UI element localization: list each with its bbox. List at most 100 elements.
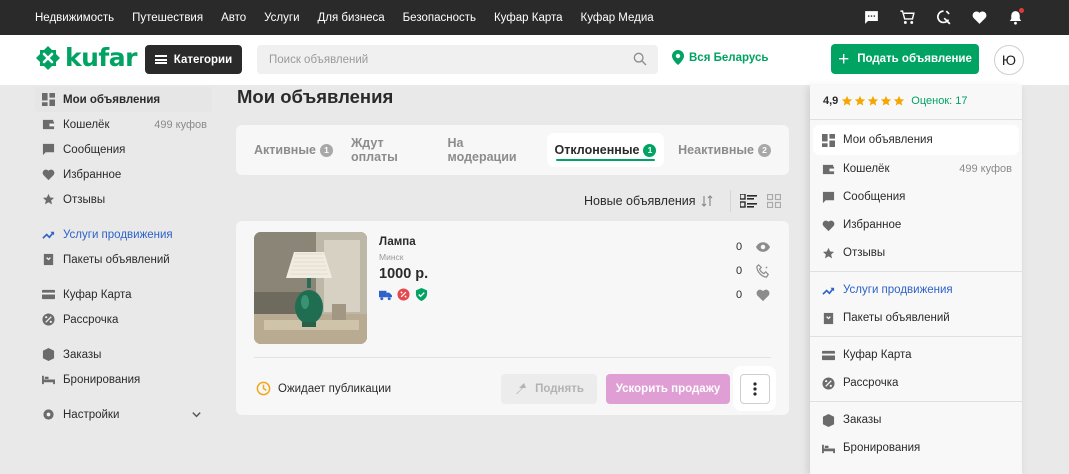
menu-item-my-ads[interactable]: Мои объявления [813, 125, 1019, 155]
card-icon [42, 289, 55, 300]
kufar-logo[interactable]: kufar [35, 45, 138, 71]
sidebar-item-label: Кошелёк [63, 118, 110, 131]
tab-active[interactable]: Активные 1 [254, 143, 333, 157]
bed-icon [822, 444, 835, 453]
chevron-down-icon[interactable] [191, 409, 202, 420]
reviews-count[interactable]: Оценок: 17 [911, 95, 967, 107]
top-nav: Недвижимость Путешествия Авто Услуги Для… [35, 12, 672, 24]
sidebar-item-installment[interactable]: Рассрочка [35, 307, 212, 332]
message-icon [822, 191, 835, 203]
heart-icon [756, 289, 770, 302]
menu-item-label: Отзывы [843, 247, 886, 259]
tab-moderation[interactable]: На модерации [448, 136, 532, 164]
post-ad-button[interactable]: + Подать объявление [831, 44, 979, 74]
sidebar-item-favorites[interactable]: Избранное [35, 162, 212, 187]
bell-icon[interactable] [1006, 7, 1024, 27]
search-icon[interactable] [632, 51, 648, 67]
menu-item-bookings[interactable]: Бронирования [810, 434, 1022, 462]
sidebar-item-promotion[interactable]: Услуги продвижения [35, 222, 212, 247]
sidebar-item-reviews[interactable]: Отзывы [35, 187, 212, 212]
heart-icon[interactable] [970, 9, 988, 27]
grid-view-icon[interactable] [767, 194, 781, 208]
cart-icon[interactable] [898, 9, 916, 27]
menu-item-messages[interactable]: Сообщения [810, 183, 1022, 211]
more-options-button[interactable] [739, 373, 770, 404]
menu-item-label: Рассрочка [843, 377, 899, 389]
ad-card[interactable]: Лампа Минск 1000 р. 0 0 0 Ожидает публик… [236, 221, 789, 415]
sidebar-item-bookings[interactable]: Бронирования [35, 367, 212, 392]
menu-item-label: Мои объявления [843, 134, 933, 146]
tab-rejected[interactable]: Отклоненные 1 [547, 133, 664, 167]
sidebar-item-wallet[interactable]: Кошелёк 499 куфов [35, 112, 212, 137]
sidebar-item-label: Заказы [63, 348, 102, 361]
ad-photo[interactable] [254, 232, 367, 344]
topnav-kufar-card[interactable]: Куфар Карта [494, 12, 563, 24]
sidebar-item-label: Мои объявления [63, 93, 161, 106]
menu-item-packages[interactable]: Пакеты объявлений [810, 304, 1022, 332]
installment-icon [42, 313, 55, 326]
message-icon [42, 143, 55, 156]
menu-item-promotion[interactable]: Услуги продвижения [810, 276, 1022, 304]
sort-selector[interactable]: Новые объявления [584, 194, 713, 208]
sidebar-item-label: Сообщения [63, 143, 126, 156]
topnav-security[interactable]: Безопасность [403, 12, 476, 24]
ad-title[interactable]: Лампа [379, 236, 416, 248]
boost-sale-button[interactable]: Ускорить продажу [606, 374, 730, 404]
delivery-icon [379, 290, 392, 301]
location-selector[interactable]: Вся Беларусь [672, 50, 768, 65]
sidebar-item-messages[interactable]: Сообщения [35, 137, 212, 162]
more-options-highlight [733, 366, 776, 411]
sidebar-item-orders[interactable]: Заказы [35, 342, 212, 367]
topnav-travel[interactable]: Путешествия [132, 12, 203, 24]
menu-item-reviews[interactable]: Отзывы [810, 239, 1022, 267]
header: kufar Категории Вся Беларусь + Подать об… [0, 35, 1069, 85]
divider [810, 401, 1022, 402]
menu-item-installment[interactable]: Рассрочка [810, 369, 1022, 397]
views-count: 0 [736, 241, 743, 253]
rating-stars [841, 95, 906, 107]
dashboard-icon [822, 133, 835, 147]
compare-icon[interactable] [934, 9, 952, 27]
topnav-kufar-media[interactable]: Куфар Медиа [581, 12, 654, 24]
tab-awaiting-payment[interactable]: Ждут оплаты [351, 136, 430, 164]
list-view-icon[interactable] [740, 194, 757, 208]
menu-item-label: Пакеты объявлений [843, 312, 950, 324]
kufar-logo-mark-icon [36, 46, 60, 70]
tab-inactive[interactable]: Неактивные 2 [678, 143, 771, 157]
notification-dot [1019, 7, 1024, 13]
sidebar-item-settings[interactable]: Настройки [35, 402, 212, 427]
menu-item-kufar-card[interactable]: Куфар Карта [810, 341, 1022, 369]
tab-count-badge: 1 [643, 143, 657, 157]
menu-item-label: Бронирования [843, 442, 921, 454]
heart-icon [822, 220, 835, 231]
raise-button[interactable]: Поднять [501, 374, 597, 404]
star-icon [42, 193, 55, 205]
sidebar-item-packages[interactable]: Пакеты объявлений [35, 247, 212, 272]
menu-item-label: Сообщения [843, 191, 906, 203]
menu-item-favorites[interactable]: Избранное [810, 211, 1022, 239]
topnav-realty[interactable]: Недвижимость [35, 12, 114, 24]
menu-item-orders[interactable]: Заказы [810, 406, 1022, 434]
star-icon [868, 95, 879, 106]
menu-item-wallet[interactable]: Кошелёк 499 куфов [810, 155, 1022, 183]
topnav-business[interactable]: Для бизнеса [318, 12, 385, 24]
avatar[interactable]: Ю [994, 45, 1024, 75]
sidebar-item-my-ads[interactable]: Мои объявления [35, 87, 212, 112]
page-title: Мои объявления [237, 86, 394, 107]
wallet-balance: 499 куфов [959, 163, 1012, 175]
divider [810, 271, 1022, 272]
chat-icon[interactable] [862, 9, 880, 27]
menu-item-label: Кошелёк [843, 163, 890, 175]
sidebar-item-kufar-card[interactable]: Куфар Карта [35, 282, 212, 307]
user-rating[interactable]: 4,9 Оценок: 17 [823, 95, 968, 107]
search-input[interactable] [257, 45, 658, 74]
gear-icon [43, 409, 54, 420]
topnav-services[interactable]: Услуги [264, 12, 299, 24]
wallet-balance: 499 куфов [154, 118, 207, 131]
categories-button[interactable]: Категории [145, 45, 242, 74]
user-menu-dropdown: 4,9 Оценок: 17 Мои объявления Кошелёк 49… [810, 85, 1022, 474]
topnav-auto[interactable]: Авто [221, 12, 246, 24]
sidebar-item-label: Настройки [63, 408, 120, 421]
top-bar: Недвижимость Путешествия Авто Услуги Для… [0, 0, 1069, 35]
divider [810, 336, 1022, 337]
